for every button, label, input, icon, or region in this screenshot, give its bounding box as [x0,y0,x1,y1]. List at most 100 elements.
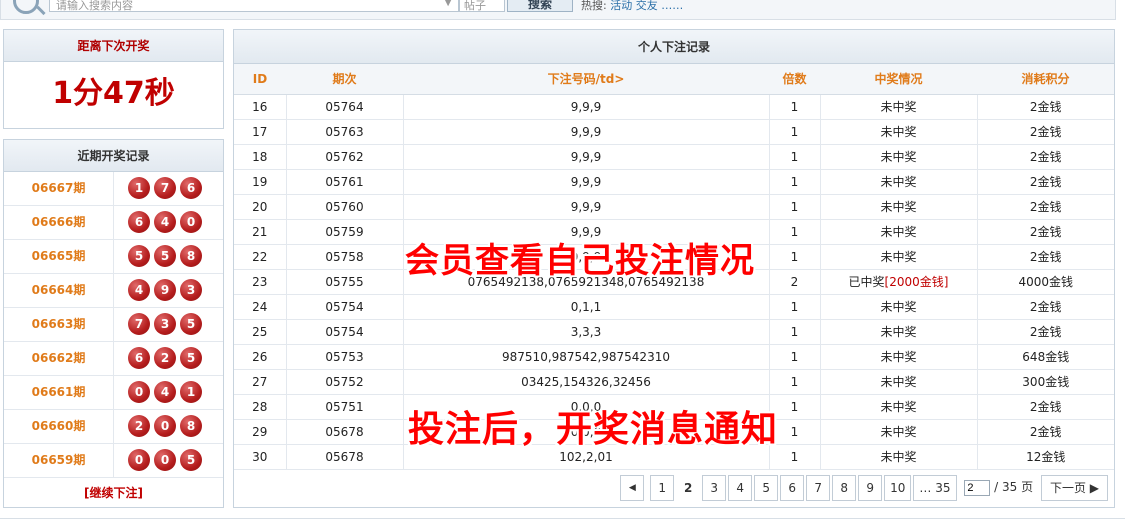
bet-records-title: 个人下注记录 [234,30,1114,64]
cell-cost: 2金钱 [977,219,1114,245]
table-header-row: ID 期次 下注号码/td> 倍数 中奖情况 消耗积分 [234,64,1114,95]
column-header-period: 期次 [286,64,403,95]
draw-period[interactable]: 06663期 [4,308,114,341]
page-number-button[interactable]: 7 [806,475,831,501]
draw-row: 06660期 2 0 8 [4,410,223,444]
search-icon[interactable] [13,0,39,14]
page-number-button[interactable]: 3 [702,475,727,501]
cell-multiple: 1 [769,294,821,320]
page-number-button[interactable]: 10 [884,475,912,501]
page-number-button[interactable]: 9 [858,475,883,501]
lottery-ball: 2 [154,347,176,369]
table-row: 17 05763 9,9,9 1 未中奖 2金钱 [234,119,1114,145]
chevron-down-icon[interactable]: ▼ [444,0,452,8]
cell-id: 21 [234,219,287,245]
top-search-bar: 请输入搜索内容 ▼ 帖子 搜索 热搜: 活动 交友 …… [0,0,1116,20]
cell-id: 17 [234,119,287,145]
next-page-button[interactable]: 下一页 ▶ [1040,475,1108,501]
table-row: 16 05764 9,9,9 1 未中奖 2金钱 [234,94,1114,120]
cell-id: 20 [234,194,287,220]
draw-period[interactable]: 06662期 [4,342,114,375]
search-button[interactable]: 搜索 [507,0,573,12]
draw-period[interactable]: 06665期 [4,240,114,273]
draw-row: 06662期 6 2 5 [4,342,223,376]
search-type-select[interactable]: 帖子 [459,0,505,12]
cell-cost: 2金钱 [977,94,1114,120]
cell-cost: 2金钱 [977,144,1114,170]
page-number-button[interactable]: … 35 [913,475,957,501]
column-header-result: 中奖情况 [820,64,977,95]
result-text: 未中奖 [880,425,917,439]
page-number-button[interactable]: 8 [832,475,857,501]
result-text: 未中奖 [880,225,917,239]
draw-row: 06659期 0 0 5 [4,444,223,478]
cell-result: 未中奖 [820,369,978,395]
result-text: 未中奖 [880,400,917,414]
table-row: 27 05752 03425,154326,32456 1 未中奖 300金钱 [234,369,1114,395]
page-number-button[interactable]: 1 [650,475,675,501]
cell-result: 未中奖 [820,194,978,220]
cell-period: 05678 [286,444,404,470]
cell-result: 未中奖 [820,244,978,270]
cell-cost: 2金钱 [977,194,1114,220]
cell-period: 05761 [286,169,404,195]
result-text: 未中奖 [880,175,917,189]
result-text: 未中奖 [880,450,917,464]
cell-period: 05754 [286,319,404,345]
page-number-button[interactable]: 4 [728,475,753,501]
cell-result: 未中奖 [820,344,978,370]
search-input[interactable]: 请输入搜索内容 ▼ [49,0,459,12]
draw-period[interactable]: 06661期 [4,376,114,409]
cell-cost: 2金钱 [977,419,1114,445]
draw-row: 06663期 7 3 5 [4,308,223,342]
cell-result: 未中奖 [820,119,978,145]
draw-period[interactable]: 06664期 [4,274,114,307]
cell-numbers: 3,3,3 [403,319,770,345]
lottery-ball: 5 [180,449,202,471]
lottery-ball: 6 [128,347,150,369]
page-number-button[interactable]: 5 [754,475,779,501]
cell-numbers: 9,9,9 [403,144,770,170]
result-text: 未中奖 [880,150,917,164]
page-jump-input[interactable] [964,480,991,496]
table-row: 24 05754 0,1,1 1 未中奖 2金钱 [234,294,1114,320]
lottery-ball: 6 [128,211,150,233]
lottery-ball: 1 [128,177,150,199]
cell-numbers: 987510,987542,987542310 [403,344,770,370]
cell-multiple: 1 [769,344,821,370]
result-text: 未中奖 [880,300,917,314]
cell-multiple: 1 [769,319,821,345]
cell-id: 23 [234,269,287,295]
hot-search: 热搜: 活动 交友 …… [581,0,683,13]
search-input-placeholder: 请输入搜索内容 [56,0,133,12]
draw-period[interactable]: 06667期 [4,172,114,205]
countdown-timer: 1分47秒 [52,76,175,111]
lottery-ball: 8 [180,245,202,267]
page-number-button[interactable]: 2 [676,475,701,501]
draw-balls: 208 [128,415,214,439]
cell-numbers: 03425,154326,32456 [403,369,770,395]
cell-id: 27 [234,369,287,395]
lottery-ball: 3 [154,313,176,335]
cell-multiple: 1 [769,94,821,120]
draw-balls: 493 [128,279,214,303]
draw-row: 06667期 1 7 6 [4,172,223,206]
cell-multiple: 1 [769,144,821,170]
caption-draw-notify: 投注后，开奖消息通知 [408,409,779,450]
page-number-button[interactable]: 6 [780,475,805,501]
cell-cost: 2金钱 [977,394,1114,420]
cell-period: 05760 [286,194,404,220]
draw-row: 06665期 5 5 8 [4,240,223,274]
cell-result: 未中奖 [820,319,978,345]
lottery-ball: 0 [128,449,150,471]
result-text: 未中奖 [880,375,917,389]
lottery-ball: 4 [128,279,150,301]
continue-bet-link[interactable]: [继续下注] [4,478,223,508]
prev-page-button[interactable]: ◀ [620,475,645,501]
hot-search-links[interactable]: 活动 交友 …… [610,0,683,12]
draw-period[interactable]: 06660期 [4,410,114,443]
cell-id: 30 [234,444,287,470]
draw-period[interactable]: 06659期 [4,444,114,477]
draw-period[interactable]: 06666期 [4,206,114,239]
recent-draws-panel: 近期开奖记录 06667期 1 7 6 06666期 6 4 0 06665期 5 5 8 06664期… [3,139,224,508]
